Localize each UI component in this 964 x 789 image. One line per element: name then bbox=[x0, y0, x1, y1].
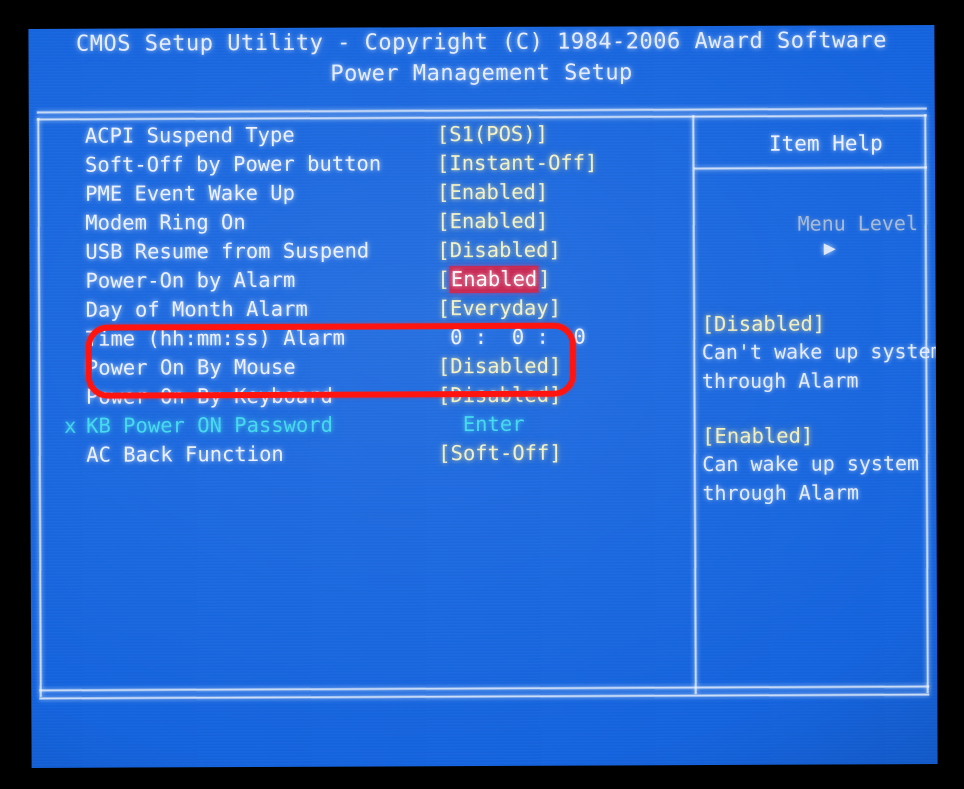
header-divider bbox=[36, 107, 927, 114]
utility-title: CMOS Setup Utility - Copyright (C) 1984-… bbox=[75, 28, 887, 57]
setting-row-modem-ring-on[interactable]: Modem Ring On [Enabled] bbox=[63, 205, 663, 237]
bios-setup-screen: CMOS Setup Utility - Copyright (C) 1984-… bbox=[28, 25, 938, 768]
settings-list: ACPI Suspend Type [S1(POS)] Soft-Off by … bbox=[63, 118, 665, 469]
help-block-heading: [Disabled] bbox=[701, 311, 826, 337]
setting-row-soft-off-by-power-button[interactable]: Soft-Off by Power button [Instant-Off] bbox=[63, 147, 663, 179]
help-block-heading: [Enabled] bbox=[702, 423, 814, 449]
setting-value[interactable]: [Disabled] bbox=[437, 237, 561, 262]
key-hints-footer: ↑↓→←:Move Enter:Select +/-/PU/PD:Value F… bbox=[31, 721, 937, 768]
setting-row-ac-back-function[interactable]: AC Back Function [Soft-Off] bbox=[64, 437, 664, 469]
setting-row-acpi-suspend-type[interactable]: ACPI Suspend Type [S1(POS)] bbox=[63, 118, 663, 150]
footer-divider bbox=[39, 693, 930, 700]
setting-label: Soft-Off by Power button bbox=[84, 150, 382, 177]
disabled-marker-icon: x bbox=[64, 413, 77, 438]
setting-value[interactable]: [Soft-Off] bbox=[438, 440, 562, 465]
setting-value[interactable]: [Enabled] bbox=[437, 179, 548, 203]
menu-level-label: Menu Level bbox=[797, 211, 919, 236]
help-block-disabled: [Disabled] Can't wake up system through … bbox=[702, 309, 938, 396]
help-panel-divider bbox=[691, 115, 698, 695]
setting-label: Modem Ring On bbox=[85, 209, 246, 235]
help-block-line: Can't wake up system bbox=[701, 338, 938, 365]
chevron-right-icon: ▶ bbox=[823, 235, 836, 260]
setting-label: USB Resume from Suspend bbox=[85, 237, 370, 264]
bios-screen-photo: CMOS Setup Utility - Copyright (C) 1984-… bbox=[0, 0, 964, 789]
setting-value[interactable]: [S1(POS)] bbox=[437, 121, 548, 145]
screen-header: CMOS Setup Utility - Copyright (C) 1984-… bbox=[28, 25, 934, 91]
setting-value: Enter bbox=[438, 411, 525, 436]
help-block-line: Can wake up system bbox=[702, 451, 920, 477]
setting-value[interactable]: [Everyday] bbox=[438, 295, 562, 320]
annotation-rectangle bbox=[85, 322, 577, 399]
selection-highlight: Enabled bbox=[449, 265, 539, 293]
menu-level-row: Menu Level ▶ bbox=[701, 187, 938, 284]
setting-value[interactable]: [Enabled] bbox=[437, 208, 548, 232]
setting-row-kb-power-on-password: x KB Power ON Password Enter bbox=[64, 408, 664, 440]
help-block-line: through Alarm bbox=[702, 480, 860, 506]
setting-value-selected[interactable]: [Enabled] bbox=[437, 265, 551, 293]
setting-label: KB Power ON Password bbox=[86, 412, 334, 438]
item-help-title: Item Help bbox=[768, 131, 883, 156]
help-block-enabled: [Enabled] Can wake up system through Ala… bbox=[702, 421, 937, 508]
setting-row-pme-event-wake-up[interactable]: PME Event Wake Up [Enabled] bbox=[63, 176, 663, 208]
setting-label: ACPI Suspend Type bbox=[84, 122, 295, 148]
setting-row-power-on-by-alarm[interactable]: Power-On by Alarm [Enabled] bbox=[63, 263, 663, 295]
help-block-line: through Alarm bbox=[701, 368, 859, 394]
setting-value[interactable]: [Instant-Off] bbox=[437, 150, 598, 175]
setting-label: AC Back Function bbox=[86, 441, 284, 467]
panel-bottom-border bbox=[39, 685, 930, 692]
setting-row-usb-resume-from-suspend[interactable]: USB Resume from Suspend [Disabled] bbox=[63, 234, 663, 266]
setting-row-day-of-month-alarm[interactable]: Day of Month Alarm [Everyday] bbox=[64, 292, 664, 324]
item-help-panel: Item Help Menu Level ▶ [Disabled] Can't … bbox=[701, 117, 938, 508]
setting-label: Power-On by Alarm bbox=[85, 267, 296, 293]
setting-label: PME Event Wake Up bbox=[85, 180, 295, 206]
setting-label: Day of Month Alarm bbox=[85, 296, 308, 322]
page-title: Power Management Setup bbox=[330, 60, 633, 87]
panel-left-border bbox=[36, 117, 43, 697]
